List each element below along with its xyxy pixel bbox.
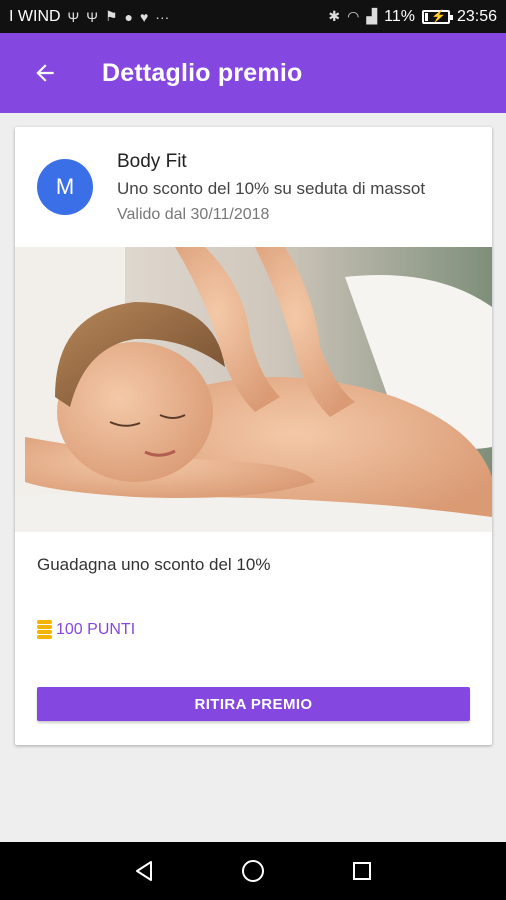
reward-header-text: Body Fit Uno sconto del 10% su seduta di… <box>117 151 425 224</box>
more-icon: ··· <box>155 8 170 25</box>
charging-bolt-icon: ⚡ <box>430 8 446 23</box>
validity-date: Valido dal 30/11/2018 <box>117 206 270 223</box>
carrier-label: I WIND <box>9 7 61 25</box>
massage-photo <box>15 247 492 532</box>
messenger-icon: ● <box>124 8 133 25</box>
recents-square-icon <box>352 862 371 880</box>
coins-icon <box>37 620 52 639</box>
twitter-icon: ♥ <box>139 8 149 25</box>
usb-icon: Ψ <box>67 8 80 25</box>
back-button[interactable] <box>0 33 90 113</box>
points-label: 100 PUNTI <box>56 620 136 638</box>
nav-recents-button[interactable] <box>345 854 379 888</box>
status-left: I WIND Ψ Ψ ⚑ ● ♥ ··· <box>9 8 169 26</box>
reward-description: Guadagna uno sconto del 10% <box>37 555 271 574</box>
brand-name: Body Fit <box>117 151 187 172</box>
app-bar: Dettaglio premio <box>0 33 506 113</box>
avatar: M <box>37 159 93 215</box>
system-nav-bar <box>0 842 506 900</box>
massage-illustration <box>15 247 492 532</box>
battery-icon: ⚡ <box>421 8 453 24</box>
signal-icon: ▟ <box>366 8 378 24</box>
clock: 23:56 <box>456 7 497 25</box>
reward-header: M Body Fit Uno sconto del 10% su seduta … <box>15 127 492 247</box>
nav-back-button[interactable] <box>127 854 161 888</box>
status-bar: I WIND Ψ Ψ ⚑ ● ♥ ··· ✱ ◠ ▟ 11% ⚡ 23:56 <box>0 0 506 33</box>
page-title: Dettaglio premio <box>102 58 303 87</box>
arrow-left-icon <box>36 64 54 82</box>
back-triangle-icon <box>136 861 153 881</box>
reward-subtitle: Uno sconto del 10% su seduta di massot <box>117 179 426 198</box>
wifi-icon: ◠ <box>347 8 360 24</box>
reward-card: M Body Fit Uno sconto del 10% su seduta … <box>15 127 492 745</box>
battery-fill <box>424 12 428 21</box>
bluetooth-icon: ✱ <box>328 8 341 24</box>
usb-icon: Ψ <box>86 8 98 25</box>
redeem-button[interactable]: RITIRA PREMIO <box>37 687 470 721</box>
battery-percent: 11% <box>384 7 415 25</box>
status-right: ✱ ◠ ▟ 11% ⚡ 23:56 <box>328 8 497 26</box>
android-debug-icon: ⚑ <box>104 8 118 24</box>
points-cost: 100 PUNTI <box>37 620 135 639</box>
nav-home-button[interactable] <box>236 854 270 888</box>
home-circle-icon <box>241 860 264 882</box>
